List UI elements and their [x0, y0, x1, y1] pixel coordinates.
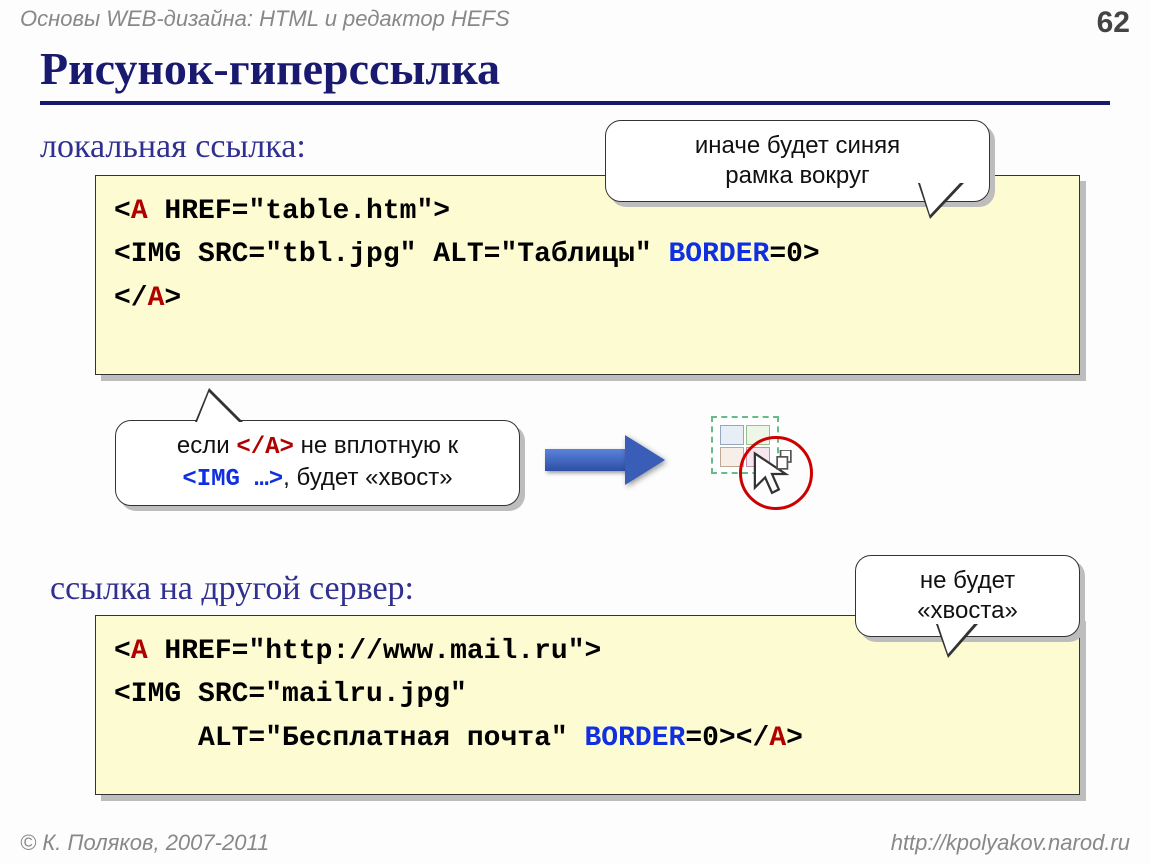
code-box-remote: <A HREF="http://www.mail.ru"> <IMG SRC="…	[95, 615, 1080, 795]
highlight-circle-icon	[739, 436, 813, 510]
arrow-icon	[545, 435, 675, 485]
subheading-local-link: локальная ссылка:	[40, 128, 306, 166]
slide-header: Основы WEB-дизайна: HTML и редактор HEFS…	[20, 6, 1130, 40]
page-number: 62	[1097, 6, 1130, 40]
copyright-text: © К. Поляков, 2007-2011	[20, 830, 269, 856]
callout-pointer-icon	[938, 624, 974, 654]
subheading-remote-link: ссылка на другой сервер:	[50, 570, 414, 608]
code-line-3: </A>	[114, 277, 1061, 320]
code-line-2: <IMG SRC="tbl.jpg" ALT="Таблицы" BORDER=…	[114, 233, 1061, 276]
callout-tail-note: если </A> не вплотную к <IMG …>, будет «…	[115, 420, 520, 506]
footer-url: http://kpolyakov.narod.ru	[891, 830, 1130, 856]
slide-title: Рисунок-гиперссылка	[40, 42, 1110, 105]
code-line-2: <IMG SRC="mailru.jpg"	[114, 673, 1061, 716]
course-name: Основы WEB-дизайна: HTML и редактор HEFS	[20, 6, 510, 40]
callout-pointer-icon	[197, 392, 239, 422]
code-line-3: ALT="Бесплатная почта" BORDER=0></A>	[114, 717, 1061, 760]
image-link-thumbnail	[705, 410, 815, 505]
callout-pointer-icon	[920, 183, 960, 215]
slide-footer: © К. Поляков, 2007-2011 http://kpolyakov…	[20, 830, 1130, 856]
